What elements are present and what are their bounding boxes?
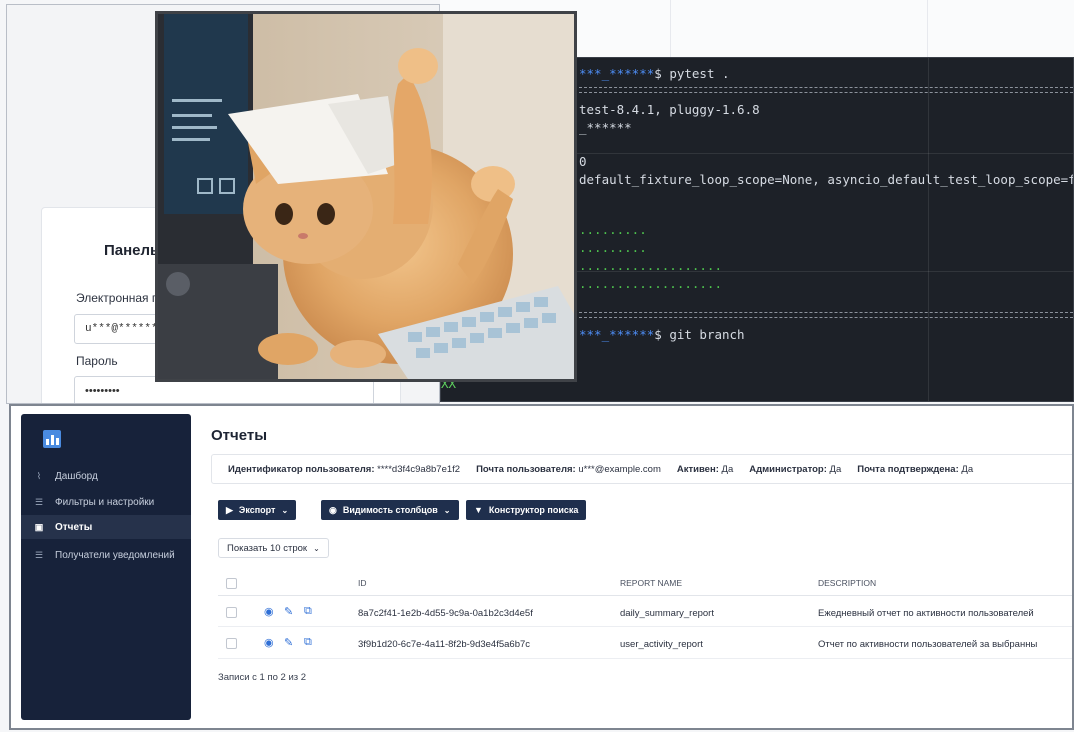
terminal-separator (579, 92, 1073, 93)
column-header-description[interactable]: DESCRIPTION (818, 578, 876, 588)
filter-icon: ▼ (474, 505, 483, 515)
reports-app-window: ⌇ Дашборд ☰ Фильтры и настройки ▣ Отчеты… (9, 404, 1074, 730)
table-info-footer: Записи с 1 по 2 из 2 (218, 672, 307, 683)
column-header-report-name[interactable]: REPORT NAME (620, 578, 682, 588)
export-button[interactable]: ▶ Экспорт ⌄ (218, 500, 297, 520)
eye-icon: ◉ (329, 504, 337, 515)
cat-illustration (158, 14, 574, 379)
copy-icon[interactable]: ⧉ (304, 636, 312, 649)
report-icon: ▣ (34, 521, 44, 532)
report-description-cell: Ежедневный отчет по активности пользоват… (818, 608, 1034, 619)
sidebar-item-label: Дашборд (55, 470, 98, 482)
terminal-line: 0 (579, 154, 587, 169)
chevron-down-icon: ⌄ (281, 505, 289, 515)
terminal-prompt-line: ***_******$ git branch (579, 327, 745, 342)
column-visibility-button[interactable]: ◉ Видимость столбцов ⌄ (321, 500, 459, 520)
report-description-cell: Отчет по активности пользователей за выб… (818, 639, 1038, 650)
admin-status-info: Администратор: Да (749, 463, 842, 475)
app-logo-icon[interactable] (43, 430, 61, 448)
report-id-cell: 3f9b1d20-6c7e-4a11-8f2b-9d3e4f5a6b7c (358, 639, 531, 650)
chevron-down-icon: ⌄ (443, 505, 451, 515)
row-checkbox[interactable] (226, 638, 237, 649)
terminal-separator (579, 87, 1073, 88)
sidebar-item-label: Отчеты (55, 521, 93, 533)
sidebar-item-recipients[interactable]: ☰ Получатели уведомлений (21, 543, 191, 567)
active-status-info: Активен: Да (676, 463, 734, 475)
sliders-icon: ☰ (34, 549, 44, 560)
password-label: Пароль (76, 354, 118, 368)
report-name-cell: user_activity_report (620, 639, 703, 650)
sliders-icon: ☰ (34, 496, 44, 507)
chevron-down-icon: ⌄ (313, 543, 320, 553)
test-progress-line: ................... (579, 258, 722, 273)
export-icon: ▶ (226, 504, 233, 515)
report-name-cell: daily_summary_report (620, 608, 714, 619)
sidebar: ⌇ Дашборд ☰ Фильтры и настройки ▣ Отчеты… (21, 414, 191, 720)
terminal-prompt-line: ***_******$ pytest . (579, 66, 730, 81)
user-info-bar: Идентификатор пользователя: ****d3f4c9a8… (211, 454, 1072, 484)
edit-icon[interactable]: ✎ (284, 605, 293, 618)
select-all-checkbox[interactable] (226, 578, 237, 589)
email-label: Электронная п (76, 291, 159, 305)
sidebar-item-filters[interactable]: ☰ Фильтры и настройки (21, 490, 191, 514)
terminal-line: _****** (579, 120, 632, 135)
search-builder-button[interactable]: ▼ Конструктор поиска (466, 500, 587, 520)
sidebar-item-reports[interactable]: ▣ Отчеты (21, 515, 191, 539)
terminal-line: default_fixture_loop_scope=None, asyncio… (579, 172, 1074, 187)
terminal-line: test-8.4.1, pluggy-1.6.8 (579, 102, 760, 117)
test-progress-line: ................... (579, 276, 722, 291)
page-title: Отчеты (211, 427, 268, 444)
view-icon[interactable]: ◉ (264, 605, 274, 618)
email-verified-info: Почта подтверждена: Да (857, 463, 974, 475)
test-progress-line: ......... (579, 240, 647, 255)
row-divider (218, 626, 1072, 627)
edit-icon[interactable]: ✎ (284, 636, 293, 649)
column-header-id[interactable]: ID (358, 578, 367, 588)
terminal-separator (579, 317, 1073, 318)
cat-photo (155, 11, 577, 382)
login-title: Панель (104, 242, 160, 259)
sidebar-item-dashboard[interactable]: ⌇ Дашборд (21, 464, 191, 488)
main-content: Отчеты Идентификатор пользователя: ****d… (201, 406, 1072, 728)
row-divider (218, 658, 1072, 659)
chart-icon: ⌇ (36, 470, 42, 481)
row-checkbox[interactable] (226, 607, 237, 618)
user-email-info: Почта пользователя: u***@example.com (476, 463, 661, 475)
user-id-info: Идентификатор пользователя: ****d3f4c9a8… (228, 463, 461, 475)
rows-per-page-select[interactable]: Показать 10 строк ⌄ (218, 538, 329, 558)
sidebar-item-label: Фильтры и настройки (55, 496, 155, 508)
view-icon[interactable]: ◉ (264, 636, 274, 649)
terminal-separator (579, 312, 1073, 313)
sidebar-item-label: Получатели уведомлений (55, 549, 175, 561)
report-id-cell: 8a7c2f41-1e2b-4d55-9c9a-0a1b2c3d4e5f (358, 608, 533, 619)
header-divider (218, 595, 1072, 596)
copy-icon[interactable]: ⧉ (304, 605, 312, 618)
test-progress-line: ......... (579, 222, 647, 237)
terminal-gridline (928, 58, 929, 401)
